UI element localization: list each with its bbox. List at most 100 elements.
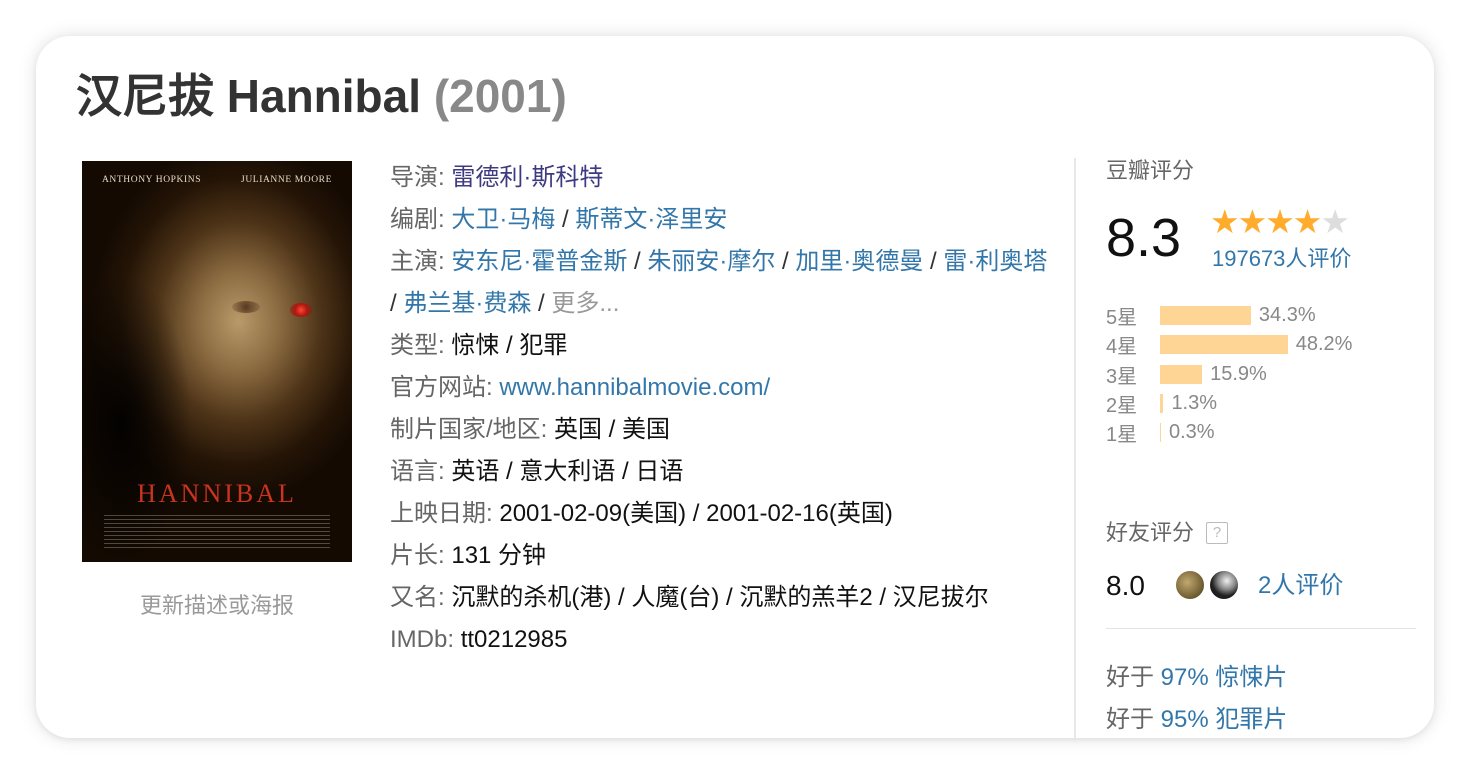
cast-more-link[interactable]: 更多... xyxy=(551,290,619,317)
cast-link[interactable]: 朱丽安·摩尔 xyxy=(647,248,775,275)
aka-label: 又名 xyxy=(390,584,438,611)
rating-bar-row: 3星 15.9% xyxy=(1106,360,1416,389)
poster-title: HANNIBAL xyxy=(137,479,297,508)
country-label: 制片国家/地区 xyxy=(390,416,541,443)
divider xyxy=(1074,158,1076,738)
info-country: 制片国家/地区: 英国 / 美国 xyxy=(390,416,671,443)
better-than-link[interactable]: 97% 惊悚片 xyxy=(1161,664,1288,691)
info-imdb: IMDb: tt0212985 xyxy=(390,626,568,653)
friends-rating-title: 好友评分 ? xyxy=(1106,518,1229,548)
page-title: 汉尼拔 Hannibal (2001) xyxy=(76,66,567,126)
aka-value: 沉默的杀机(港) / 人魔(台) / 沉默的羔羊2 / 汉尼拔尔 xyxy=(451,584,989,611)
rating-stars: ★★★★★ xyxy=(1210,203,1350,240)
movie-poster[interactable]: ANTHONY HOPKINS JULIANNE MOORE HANNIBAL xyxy=(82,161,352,562)
better-than-row: 好于 95% 犯罪片 xyxy=(1106,702,1287,738)
avatar[interactable] xyxy=(1174,569,1206,601)
title-en: Hannibal xyxy=(226,70,422,122)
bar-fill xyxy=(1160,394,1164,414)
genre-value: 犯罪 xyxy=(519,332,568,359)
star-icon: ★ xyxy=(1265,203,1295,240)
divider xyxy=(1106,628,1416,629)
bar-label: 2星 xyxy=(1106,395,1138,418)
better-prefix: 好于 xyxy=(1106,706,1154,733)
info-runtime: 片长: 131 分钟 xyxy=(390,542,547,569)
friends-votes-link[interactable]: 2人评价 xyxy=(1258,566,1343,606)
imdb-value: tt0212985 xyxy=(460,626,568,653)
bar-fill xyxy=(1160,335,1288,355)
poster-credit-1: ANTHONY HOPKINS xyxy=(101,175,202,185)
better-than-row: 好于 97% 惊悚片 xyxy=(1106,660,1287,696)
better-prefix: 好于 xyxy=(1106,664,1154,691)
poster-eye-red xyxy=(290,303,312,317)
website-label: 官方网站 xyxy=(390,374,486,401)
cast-label: 主演 xyxy=(390,248,438,275)
release-value: 2001-02-09(美国) / 2001-02-16(英国) xyxy=(499,500,893,527)
title-cn: 汉尼拔 xyxy=(76,70,214,122)
update-poster-link[interactable]: 更新描述或海报 xyxy=(82,588,352,620)
movie-card: 汉尼拔 Hannibal (2001) ANTHONY HOPKINS JULI… xyxy=(36,36,1434,738)
info-aka: 又名: 沉默的杀机(港) / 人魔(台) / 沉默的羔羊2 / 汉尼拔尔 xyxy=(390,584,989,611)
language-value: 英语 / 意大利语 / 日语 xyxy=(451,458,684,485)
info-website: 官方网站: www.hannibalmovie.com/ xyxy=(390,374,771,401)
release-label: 上映日期 xyxy=(390,500,486,527)
director-label: 导演 xyxy=(390,164,438,191)
star-icon: ★ xyxy=(1237,203,1268,240)
writer-link[interactable]: 斯蒂文·泽里安 xyxy=(575,206,727,233)
imdb-label: IMDb xyxy=(390,626,448,653)
cast-link[interactable]: 雷·利奥塔 xyxy=(943,248,1047,275)
rating-bar-row: 2星 1.3% xyxy=(1106,389,1416,418)
poster-credit-2: JULIANNE MOORE xyxy=(241,175,333,185)
bar-label: 5星 xyxy=(1106,307,1138,330)
runtime-value: 131 分钟 xyxy=(451,542,547,569)
poster-billing-block xyxy=(104,515,330,551)
rating-votes-link[interactable]: 197673人评价 xyxy=(1212,244,1351,274)
country-value: 英国 / 美国 xyxy=(554,416,671,443)
info-writers: 编剧: 大卫·马梅 / 斯蒂文·泽里安 xyxy=(390,206,728,233)
rating-bar-row: 1星 0.3% xyxy=(1106,418,1416,447)
rating-title: 豆瓣评分 xyxy=(1106,158,1195,183)
rating-distribution: 5星 34.3% 4星 48.2% 3星 15.9% 2星 1.3% 1星 0.… xyxy=(1106,301,1416,447)
star-empty-icon: ★ xyxy=(1320,203,1350,240)
cast-link[interactable]: 安东尼·霍普金斯 xyxy=(451,248,627,275)
title-year: (2001) xyxy=(433,70,567,122)
genre-label: 类型 xyxy=(390,332,438,359)
director-link[interactable]: 雷德利·斯科特 xyxy=(451,164,603,191)
bar-label: 4星 xyxy=(1106,336,1138,359)
avatar[interactable] xyxy=(1208,569,1240,601)
cast-link[interactable]: 加里·奥德曼 xyxy=(795,248,923,275)
rating-panel: 豆瓣评分 8.3 ★★★★★ 197673人评价 5星 34.3% 4星 48.… xyxy=(1106,156,1416,733)
star-icon: ★ xyxy=(1292,203,1323,240)
friends-score: 8.0 xyxy=(1106,570,1145,601)
bar-percent: 0.3% xyxy=(1169,421,1215,444)
writer-link[interactable]: 大卫·马梅 xyxy=(451,206,555,233)
runtime-label: 片长 xyxy=(390,542,438,569)
star-icon: ★ xyxy=(1210,203,1240,240)
bar-percent: 34.3% xyxy=(1258,304,1316,327)
better-than-link[interactable]: 95% 犯罪片 xyxy=(1161,706,1288,733)
bar-percent: 1.3% xyxy=(1171,392,1218,415)
info-cast: 主演: 安东尼·霍普金斯 / 朱丽安·摩尔 / 加里·奥德曼 / 雷·利奥塔 /… xyxy=(390,248,1048,317)
genre-value: 惊悚 xyxy=(451,332,500,359)
cast-link[interactable]: 弗兰基·费森 xyxy=(403,290,531,317)
language-label: 语言 xyxy=(390,458,438,485)
writer-label: 编剧 xyxy=(390,206,438,233)
bar-label: 1星 xyxy=(1106,424,1138,447)
rating-bar-row: 4星 48.2% xyxy=(1106,330,1416,359)
bar-fill xyxy=(1160,364,1203,384)
website-link[interactable]: www.hannibalmovie.com/ xyxy=(499,374,770,401)
rating-score: 8.3 xyxy=(1106,208,1182,268)
friends-title-text: 好友评分 xyxy=(1106,520,1195,545)
bar-percent: 48.2% xyxy=(1295,333,1353,356)
info-language: 语言: 英语 / 意大利语 / 日语 xyxy=(390,458,684,485)
bar-label: 3星 xyxy=(1106,365,1138,388)
friend-avatars xyxy=(1174,569,1240,601)
help-icon[interactable]: ? xyxy=(1206,522,1229,544)
poster-eye-left xyxy=(232,301,260,313)
movie-info: 导演: 雷德利·斯科特 编剧: 大卫·马梅 / 斯蒂文·泽里安 主演: 安东尼·… xyxy=(390,157,1060,661)
bar-fill xyxy=(1160,306,1251,326)
info-release: 上映日期: 2001-02-09(美国) / 2001-02-16(英国) xyxy=(390,500,893,527)
bar-fill xyxy=(1160,423,1161,443)
poster-credits: ANTHONY HOPKINS JULIANNE MOORE xyxy=(82,175,352,185)
info-genre: 类型: 惊悚 / 犯罪 xyxy=(390,332,568,359)
bar-percent: 15.9% xyxy=(1210,362,1267,385)
